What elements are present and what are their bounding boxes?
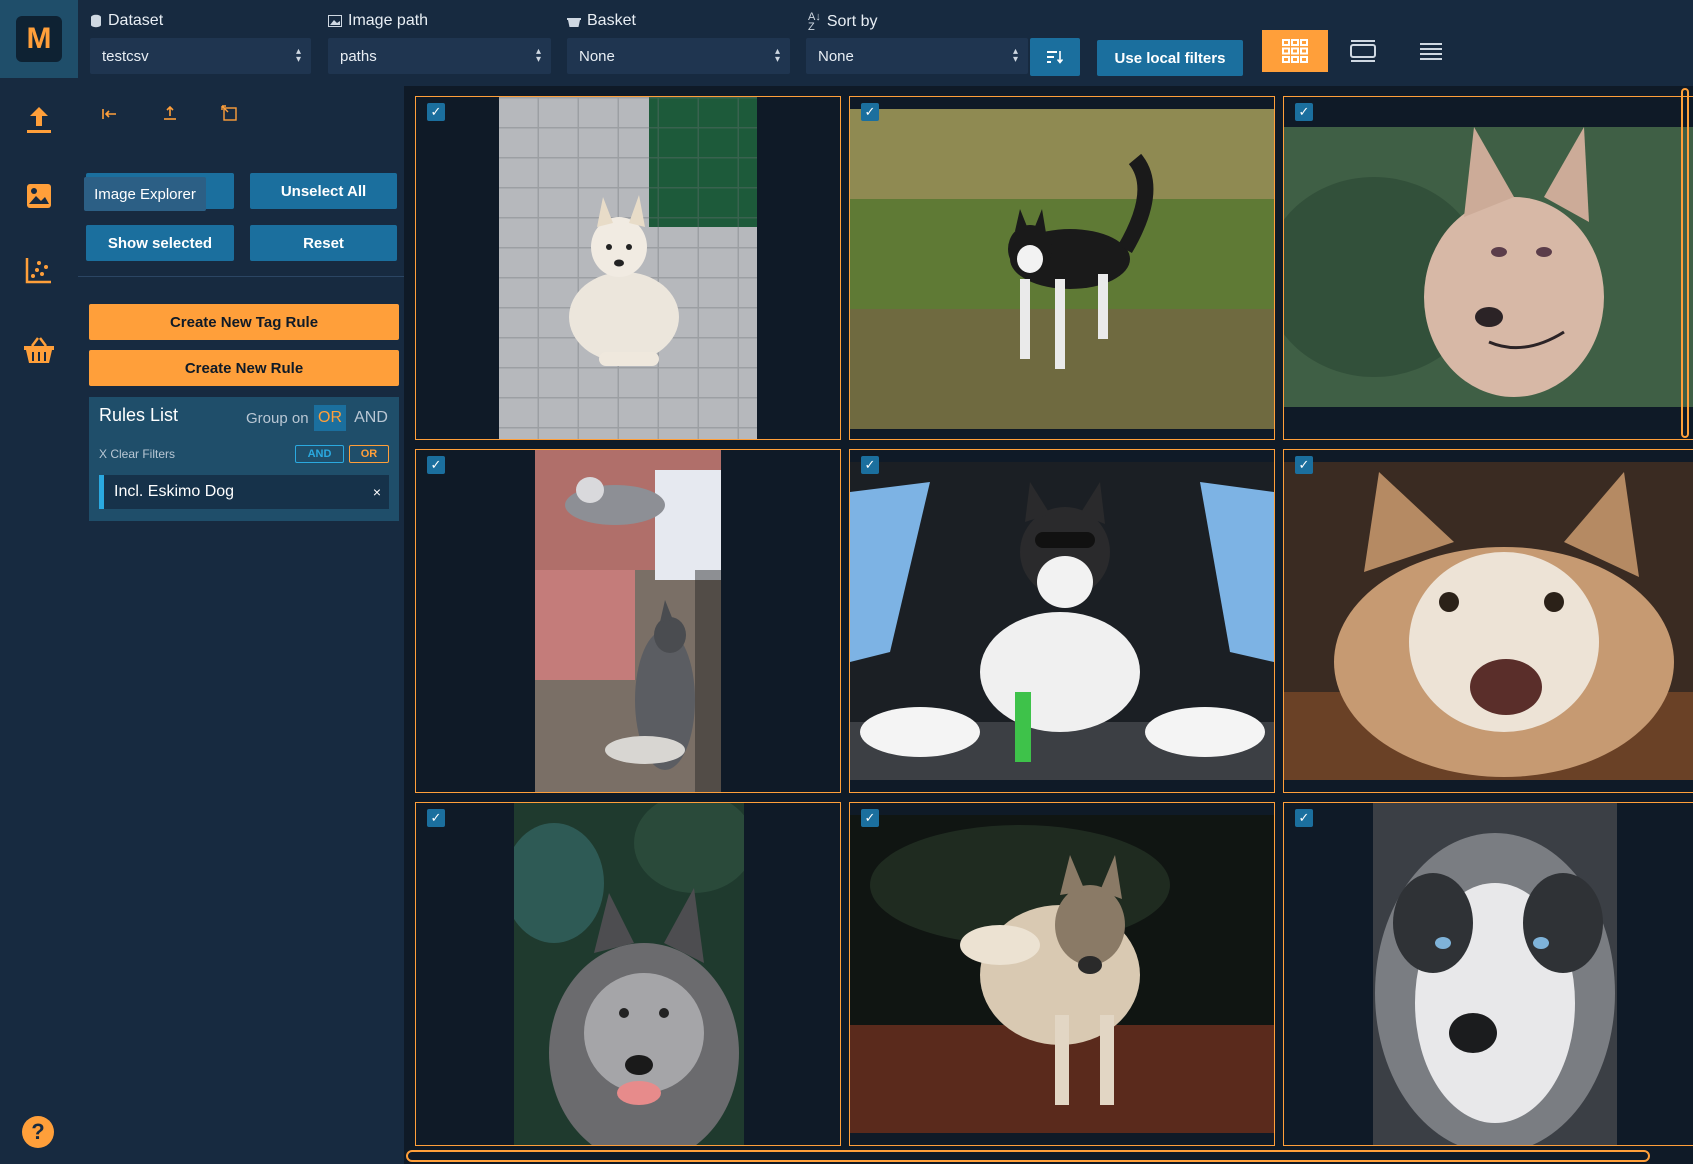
create-rule-button[interactable]: Create New Rule [89, 350, 399, 386]
expand-icon[interactable] [220, 104, 240, 124]
app-logo[interactable]: M [16, 16, 62, 62]
basket-label-text: Basket [587, 12, 636, 29]
scatter-plot-icon[interactable] [19, 250, 59, 290]
basket-small-icon [567, 18, 581, 27]
image-grid: ✓ ✓ ✓ ✓ ✓ ✓ ✓ ✓ ✓ [404, 86, 1693, 1152]
image-path-label-text: Image path [348, 12, 429, 29]
mini-and-button[interactable]: AND [295, 445, 344, 463]
image-icon[interactable] [19, 176, 59, 216]
image-path-select[interactable]: paths ▴ ▾ [328, 38, 551, 74]
reset-button[interactable]: Reset [250, 225, 397, 261]
logo-area[interactable]: M [0, 0, 78, 78]
image-card[interactable]: ✓ [415, 96, 841, 440]
help-button[interactable]: ? [22, 1116, 54, 1148]
select-checkbox[interactable]: ✓ [1295, 456, 1313, 474]
select-caret-icon: ▴ ▾ [1012, 46, 1018, 65]
show-selected-button[interactable]: Show selected [86, 225, 234, 261]
dataset-select[interactable]: testcsv ▴ ▾ [90, 38, 311, 74]
panel-divider [78, 276, 404, 277]
sort-direction-button[interactable] [1030, 38, 1080, 76]
basket-select[interactable]: None ▴ ▾ [567, 38, 790, 74]
select-caret-icon: ▴ ▾ [535, 46, 541, 65]
image-card[interactable]: ✓ [1283, 96, 1693, 440]
picture-icon [328, 15, 342, 27]
remove-rule-icon[interactable]: × [373, 484, 381, 500]
select-checkbox[interactable]: ✓ [1295, 809, 1313, 827]
image-path-value: paths [340, 47, 377, 65]
vertical-scrollbar[interactable] [1681, 88, 1689, 438]
dog-photo [850, 462, 1274, 780]
rules-list: Rules List Group on OR AND X Clear Filte… [89, 397, 399, 521]
image-card[interactable]: ✓ [849, 449, 1275, 793]
dog-photo [499, 97, 757, 439]
basket-value: None [579, 47, 615, 65]
dog-photo [1373, 803, 1617, 1145]
dataset-label-text: Dataset [108, 12, 164, 29]
sort-direction-icon [1047, 51, 1063, 64]
unselect-all-button[interactable]: Unselect All [250, 173, 397, 209]
select-checkbox[interactable]: ✓ [427, 809, 445, 827]
clear-filters-link[interactable]: X Clear Filters [99, 447, 175, 461]
select-checkbox[interactable]: ✓ [427, 103, 445, 121]
dog-photo [850, 815, 1274, 1133]
image-card[interactable]: ✓ [415, 802, 841, 1146]
card-view-icon[interactable] [1330, 30, 1396, 72]
select-checkbox[interactable]: ✓ [861, 456, 879, 474]
image-explorer-tooltip: Image Explorer [84, 177, 206, 211]
create-tag-rule-button[interactable]: Create New Tag Rule [89, 304, 399, 340]
image-path-label: Image path [328, 12, 428, 30]
rules-list-title: Rules List [99, 405, 179, 425]
select-checkbox[interactable]: ✓ [427, 456, 445, 474]
dog-photo [1284, 127, 1693, 407]
horizontal-scrollbar[interactable] [406, 1150, 1650, 1162]
select-caret-icon: ▴ ▾ [295, 46, 301, 65]
icon-rail: M ? [0, 0, 78, 1164]
collapse-icon[interactable] [100, 104, 120, 124]
image-card[interactable]: ✓ [1283, 802, 1693, 1146]
upload-icon[interactable] [19, 100, 59, 140]
dataset-value: testcsv [102, 47, 149, 65]
list-view-icon[interactable] [1398, 30, 1464, 72]
image-card[interactable]: ✓ [415, 449, 841, 793]
sort-by-label: A↓ Z Sort by [808, 11, 878, 33]
image-card[interactable]: ✓ [849, 96, 1275, 440]
basket-icon[interactable] [19, 330, 59, 370]
select-checkbox[interactable]: ✓ [1295, 103, 1313, 121]
rule-chip-label: Incl. Eskimo Dog [114, 483, 235, 500]
dataset-label: Dataset [90, 12, 163, 30]
dog-photo [535, 450, 721, 792]
basket-label: Basket [567, 12, 636, 30]
select-checkbox[interactable]: ✓ [861, 103, 879, 121]
dog-photo [850, 109, 1274, 429]
use-local-filters-button[interactable]: Use local filters [1097, 40, 1243, 76]
database-icon [91, 14, 101, 28]
sort-by-value: None [818, 47, 854, 65]
mini-or-button[interactable]: OR [349, 445, 389, 463]
dog-photo [514, 803, 744, 1145]
sort-by-select[interactable]: None ▴ ▾ [806, 38, 1028, 74]
select-checkbox[interactable]: ✓ [861, 809, 879, 827]
group-or-toggle[interactable]: OR [314, 405, 346, 431]
grid-view-icon[interactable] [1262, 30, 1328, 72]
select-caret-icon: ▴ ▾ [774, 46, 780, 65]
group-on-label: Group on [246, 410, 309, 427]
export-icon[interactable] [160, 104, 180, 124]
dog-photo [1284, 462, 1693, 780]
sort-by-label-text: Sort by [826, 13, 878, 30]
view-toggle-group [1262, 26, 1468, 76]
image-card[interactable]: ✓ [849, 802, 1275, 1146]
sort-alpha-icon: A↓ Z [808, 11, 821, 33]
image-card[interactable]: ✓ [1283, 449, 1693, 793]
group-and-toggle[interactable]: AND [351, 405, 391, 431]
rule-chip[interactable]: Incl. Eskimo Dog × [99, 475, 389, 509]
